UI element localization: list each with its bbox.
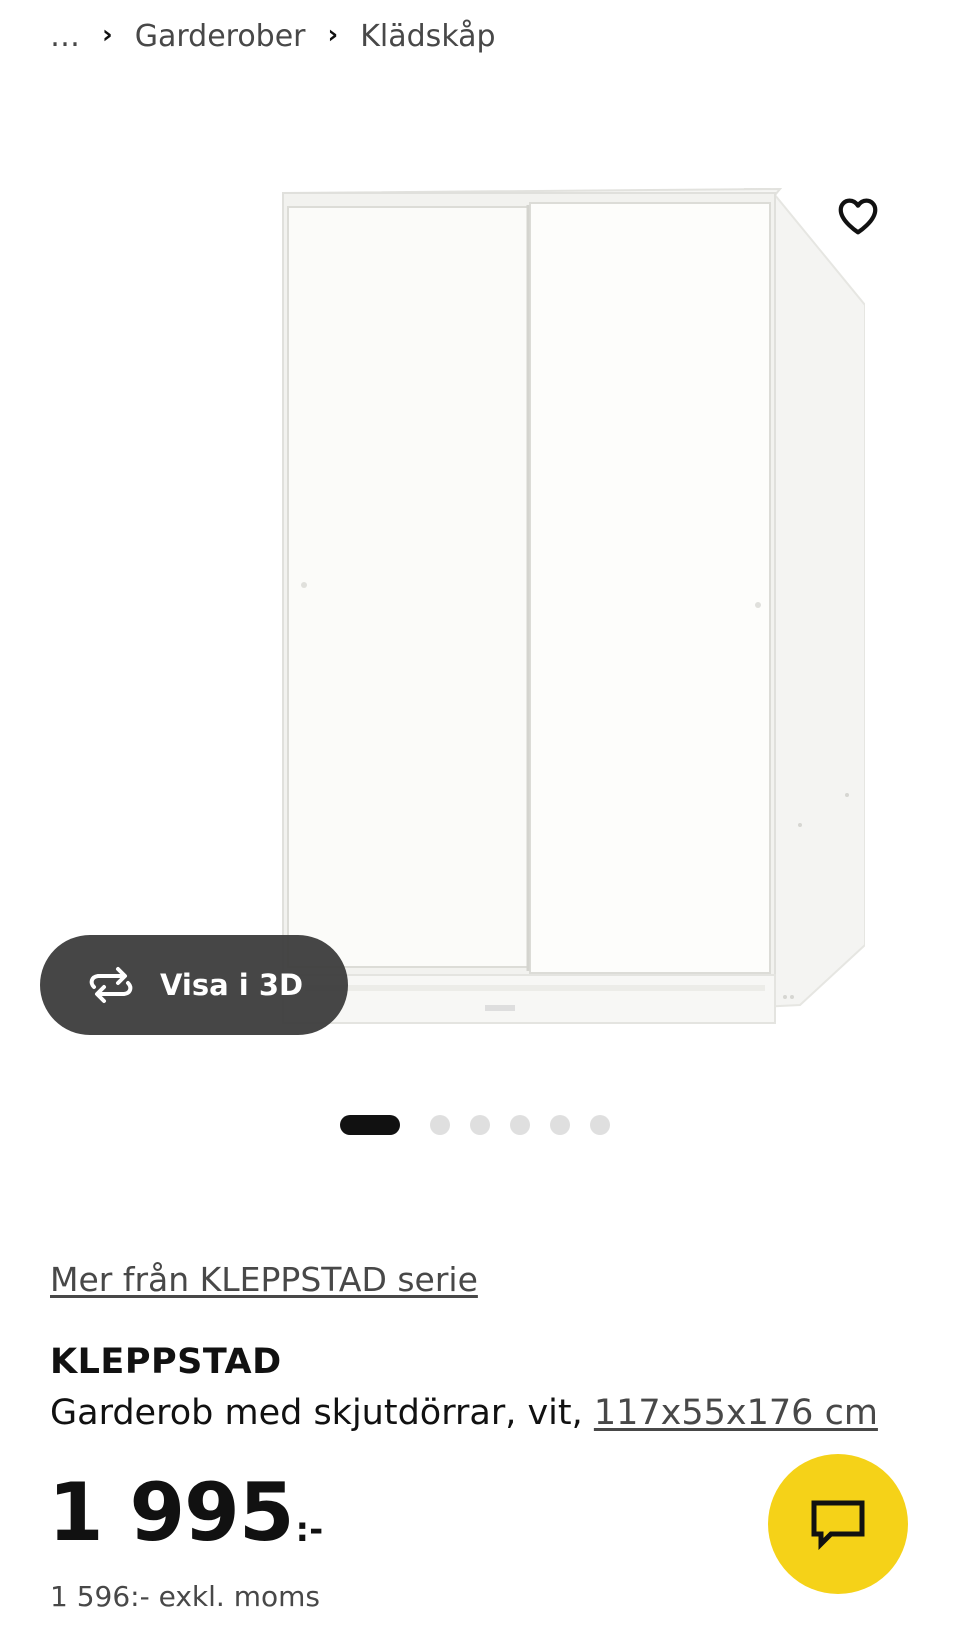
breadcrumb-ellipsis[interactable]: … — [50, 19, 80, 54]
breadcrumb-item-kladskap[interactable]: Klädskåp — [360, 19, 495, 54]
carousel-dot[interactable] — [510, 1115, 530, 1135]
product-name: KLEPPSTAD — [50, 1342, 282, 1382]
product-dimensions-link[interactable]: 117x55x176 cm — [594, 1393, 878, 1433]
rotate-arrows-icon — [89, 967, 133, 1003]
breadcrumb-separator-icon: › — [327, 20, 339, 50]
price-suffix: :- — [295, 1510, 324, 1550]
price-amount: 1 995 — [48, 1466, 295, 1559]
breadcrumb-separator-icon: › — [102, 20, 113, 50]
price-excl-vat: 1 596:- exkl. moms — [50, 1580, 320, 1613]
carousel-dot[interactable] — [470, 1115, 490, 1135]
chat-button[interactable] — [768, 1454, 908, 1594]
carousel-dot[interactable] — [430, 1115, 450, 1135]
product-image-gallery[interactable]: Visa i 3D — [0, 130, 960, 1080]
carousel-dot[interactable] — [550, 1115, 570, 1135]
breadcrumb-item-garderober[interactable]: Garderober — [135, 19, 306, 54]
carousel-pagination — [0, 1113, 960, 1137]
carousel-dot[interactable] — [590, 1115, 610, 1135]
chat-bubble-icon — [811, 1500, 865, 1550]
view-in-3d-button[interactable]: Visa i 3D — [40, 935, 348, 1035]
product-image — [282, 187, 865, 1024]
carousel-dot-active[interactable] — [340, 1115, 400, 1135]
breadcrumb: … › Garderober › Klädskåp — [50, 14, 496, 58]
product-page: … › Garderober › Klädskåp Visa i 3D Mer … — [0, 0, 960, 1631]
view-in-3d-label: Visa i 3D — [160, 968, 304, 1002]
series-link[interactable]: Mer från KLEPPSTAD serie — [50, 1260, 478, 1299]
product-description: Garderob med skjutdörrar, vit, 117x55x17… — [50, 1393, 878, 1433]
heart-outline-icon — [838, 198, 878, 235]
product-description-text: Garderob med skjutdörrar, vit, — [50, 1393, 594, 1433]
favorite-button[interactable] — [808, 166, 908, 266]
product-price: 1 995 :- — [48, 1472, 323, 1554]
